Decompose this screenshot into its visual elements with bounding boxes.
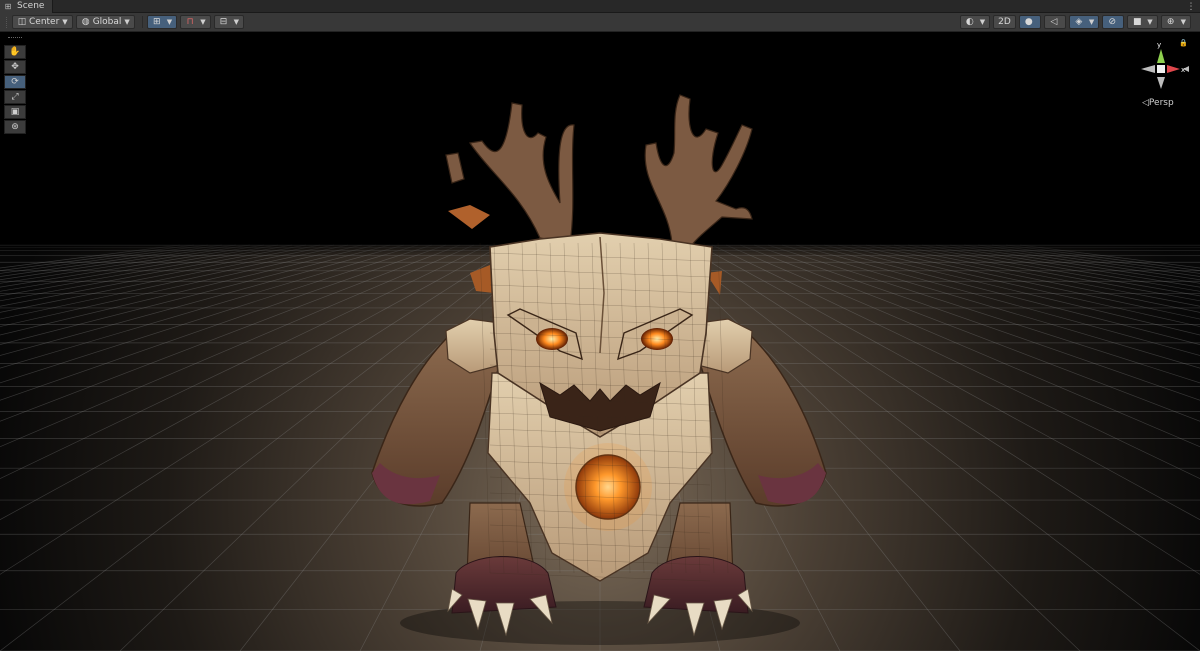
pivot-mode-label: Center xyxy=(29,17,60,27)
chevron-down-icon: ▼ xyxy=(200,18,206,26)
audio-toggle-button[interactable]: ◁ xyxy=(1043,15,1066,29)
toolbar-right-group: ◐ ▼ 2D ● ◁ ◈ ▼ ⊘ ■ ▼ ⊕ ▼ xyxy=(959,15,1194,29)
window-tab-bar: ⊞ Scene ⋮ xyxy=(0,0,1200,13)
pivot-rotation-label: Global xyxy=(92,17,122,27)
rotate-tool[interactable]: ⟳ xyxy=(4,75,26,89)
grid-icon: ⊟ xyxy=(219,17,228,27)
chevron-down-icon: ▼ xyxy=(62,18,68,26)
chevron-down-icon: ▼ xyxy=(1088,18,1095,26)
rect-tool[interactable]: ▣ xyxy=(4,105,26,119)
chevron-down-icon: ▼ xyxy=(1147,18,1153,26)
chevron-down-icon: ▼ xyxy=(124,18,130,26)
snap-magnet-icon: ⊓ xyxy=(186,17,194,27)
hand-tool[interactable]: ✋ xyxy=(4,45,26,59)
gizmo-y-axis[interactable] xyxy=(1157,49,1165,63)
gizmos-dropdown[interactable]: ⊕ ▼ xyxy=(1160,15,1191,29)
gizmo-x-label: x xyxy=(1181,66,1185,74)
grid-visibility-button[interactable]: ⊟ ▼ xyxy=(213,15,244,29)
lighting-toggle-button[interactable]: ● xyxy=(1018,15,1041,29)
scale-icon: ⤢ xyxy=(11,92,19,102)
kebab-menu-icon[interactable]: ⋮ xyxy=(1186,0,1196,13)
transform-icon: ⊛ xyxy=(11,122,19,132)
tool-palette: ✋ ✥ ⟳ ⤢ ▣ ⊛ xyxy=(4,37,26,135)
rect-icon: ▣ xyxy=(10,107,20,117)
tab-scene[interactable]: ⊞ Scene xyxy=(0,0,54,13)
chevron-down-icon: ▼ xyxy=(1180,18,1186,26)
camera-icon: ■ xyxy=(1132,17,1142,27)
layers-icon: ◈ xyxy=(1075,17,1083,27)
hand-icon: ✋ xyxy=(9,47,21,57)
projection-toggle[interactable]: ◁Persp xyxy=(1142,98,1174,108)
scale-tool[interactable]: ⤢ xyxy=(4,90,26,104)
chevron-down-icon: ▼ xyxy=(979,18,986,26)
lightbulb-icon: ● xyxy=(1024,17,1033,27)
move-icon: ✥ xyxy=(11,62,19,72)
scene-visibility-button[interactable]: ⊘ xyxy=(1102,15,1125,29)
scene-render xyxy=(0,94,1200,651)
pivot-center-icon: ◫ xyxy=(17,17,27,27)
gizmo-center-cube[interactable] xyxy=(1157,65,1165,73)
speaker-icon: ◁ xyxy=(1050,17,1058,27)
scene-toolbar: ◫ Center ▼ ◍ Global ▼ ⊞ ▼ ⊓ ▼ ⊟ ▼ ◐ ▼ 2D… xyxy=(0,13,1200,32)
scene-viewport[interactable] xyxy=(0,33,1200,651)
move-tool[interactable]: ✥ xyxy=(4,60,26,74)
effects-dropdown[interactable]: ◈ ▼ xyxy=(1068,15,1100,29)
toggle-2d-button[interactable]: 2D xyxy=(993,15,1016,29)
pivot-rotation-dropdown[interactable]: ◍ Global ▼ xyxy=(75,15,135,29)
gizmo-icon: ⊕ xyxy=(1166,17,1175,27)
persp-arrow-icon: ◁ xyxy=(1142,98,1149,108)
scene-icon: ⊞ xyxy=(4,1,12,11)
toolbar-separator xyxy=(141,16,143,28)
toolbar-grip[interactable] xyxy=(6,16,9,28)
shading-mode-dropdown[interactable]: ◐ ▼ xyxy=(959,15,991,29)
tab-scene-label: Scene xyxy=(17,1,45,11)
toggle-2d-label: 2D xyxy=(998,17,1011,27)
gizmo-x-axis[interactable] xyxy=(1167,65,1180,73)
gizmo-neg-x-axis[interactable] xyxy=(1141,65,1155,73)
tool-palette-grip[interactable] xyxy=(8,37,22,42)
lock-icon[interactable]: 🔒 xyxy=(1179,39,1188,47)
increment-snap-button[interactable]: ⊓ ▼ xyxy=(180,15,211,29)
transform-tool[interactable]: ⊛ xyxy=(4,120,26,134)
eye-slash-icon: ⊘ xyxy=(1108,17,1116,27)
gizmo-neg-y-axis[interactable] xyxy=(1157,77,1165,89)
globe-icon: ◍ xyxy=(81,17,90,27)
shading-sphere-icon: ◐ xyxy=(965,17,974,27)
projection-label: Persp xyxy=(1148,98,1174,108)
gizmo-y-label: y xyxy=(1157,41,1161,49)
grid-snap-icon: ⊞ xyxy=(153,17,161,27)
grid-snap-button[interactable]: ⊞ ▼ xyxy=(146,15,178,29)
camera-settings-dropdown[interactable]: ■ ▼ xyxy=(1127,15,1158,29)
rotate-icon: ⟳ xyxy=(11,77,19,87)
pivot-mode-dropdown[interactable]: ◫ Center ▼ xyxy=(12,15,73,29)
chevron-down-icon: ▼ xyxy=(233,18,239,26)
chevron-down-icon: ▼ xyxy=(166,18,173,26)
